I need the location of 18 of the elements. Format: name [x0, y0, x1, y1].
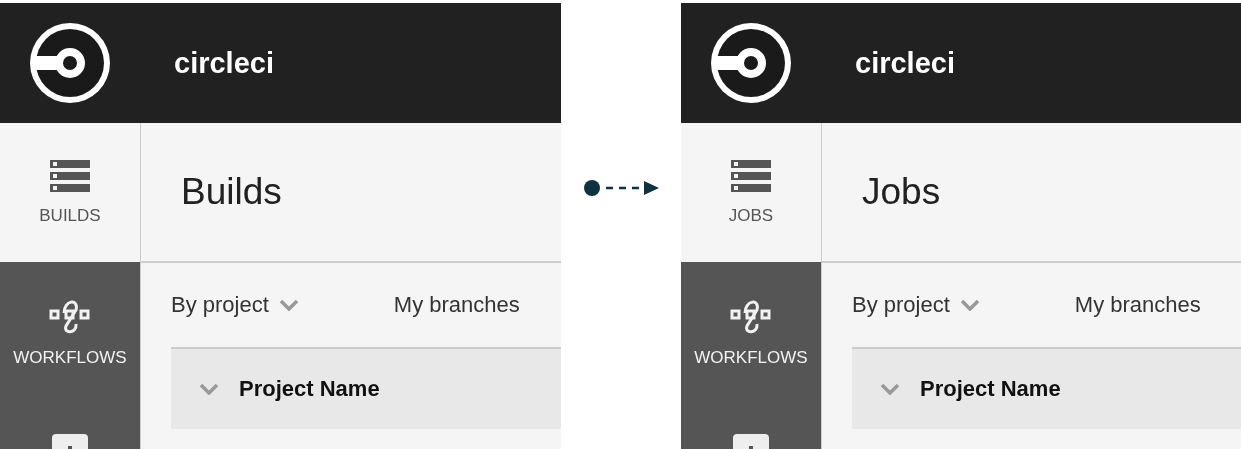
filter-tab[interactable]: My branches: [1074, 292, 1201, 318]
filter-tab[interactable]: By project: [852, 292, 980, 318]
list-icon: [50, 159, 90, 192]
logo-icon: [29, 22, 111, 104]
filter-tab[interactable]: My branches: [393, 292, 520, 318]
sidebar-item[interactable]: BUILDS: [0, 123, 140, 262]
brand-name: circleci: [855, 46, 955, 80]
filter-tab[interactable]: By project: [171, 292, 299, 318]
list-icon: [731, 159, 771, 192]
sidebar-item[interactable]: JOBS: [681, 123, 821, 262]
column-header: Project Name: [239, 376, 380, 402]
logo-icon: [710, 22, 792, 104]
brand-name: circleci: [174, 46, 274, 80]
column-header: Project Name: [920, 376, 1061, 402]
page-title: Builds: [181, 171, 282, 213]
caret-icon: [278, 299, 299, 311]
caret-icon: [959, 299, 980, 311]
page-title: Jobs: [862, 171, 941, 213]
